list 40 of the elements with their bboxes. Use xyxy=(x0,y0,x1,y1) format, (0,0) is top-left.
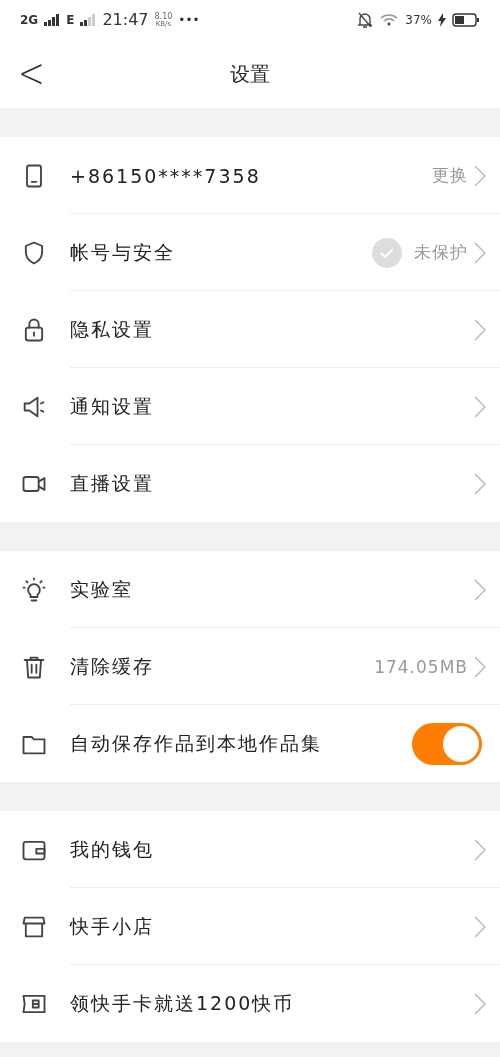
setting-label[interactable]: 隐私设置 xyxy=(70,316,474,343)
setting-value: 174.05MB xyxy=(374,656,468,677)
setting-label[interactable]: 清除缓存 xyxy=(70,653,375,680)
toggle-switch[interactable] xyxy=(412,722,482,765)
muted-bell-icon xyxy=(357,11,374,29)
setting-value: 未保护 xyxy=(414,241,468,264)
clock: 21:47 xyxy=(102,12,149,28)
speed-value: 8.10 xyxy=(154,12,173,21)
chevron-icon xyxy=(474,655,486,678)
light-bulb-icon xyxy=(20,575,48,604)
chevron-icon xyxy=(474,395,486,418)
chevron-icon xyxy=(474,578,486,601)
chevron-icon xyxy=(474,915,486,938)
battery-percent: 37% xyxy=(405,14,432,26)
setting-label[interactable]: 快手小店 xyxy=(70,913,474,940)
charging-icon xyxy=(438,13,446,27)
setting-label[interactable]: 直播设置 xyxy=(70,470,474,497)
network-type: E xyxy=(66,14,75,26)
battery-icon xyxy=(452,13,480,27)
page-title: 设置 xyxy=(230,60,270,88)
chevron-icon xyxy=(474,838,486,861)
setting-label[interactable]: 通知设置 xyxy=(70,393,474,420)
chevron-icon xyxy=(474,241,486,264)
chevron-icon xyxy=(474,992,486,1015)
more-indicator: ••• xyxy=(178,14,200,26)
signal-icon xyxy=(44,14,61,26)
network-type: 2G xyxy=(20,14,39,26)
back-button[interactable]: < xyxy=(10,48,53,98)
setting-value: 更换 xyxy=(432,164,468,187)
setting-label[interactable]: 帐号与安全 xyxy=(70,239,372,266)
chevron-icon xyxy=(474,318,486,341)
setting-label[interactable]: 自动保存作品到本地作品集 xyxy=(70,730,412,757)
chevron-icon xyxy=(474,164,486,187)
setting-label[interactable]: 我的钱包 xyxy=(70,836,474,863)
signal-icon xyxy=(80,14,97,26)
wifi-icon xyxy=(379,13,400,27)
setting-label[interactable]: +86150****7358 xyxy=(70,164,432,187)
setting-label[interactable]: 领快手卡就送1200快币 xyxy=(70,990,474,1017)
chevron-icon xyxy=(474,472,486,495)
setting-label[interactable]: 实验室 xyxy=(70,576,474,603)
